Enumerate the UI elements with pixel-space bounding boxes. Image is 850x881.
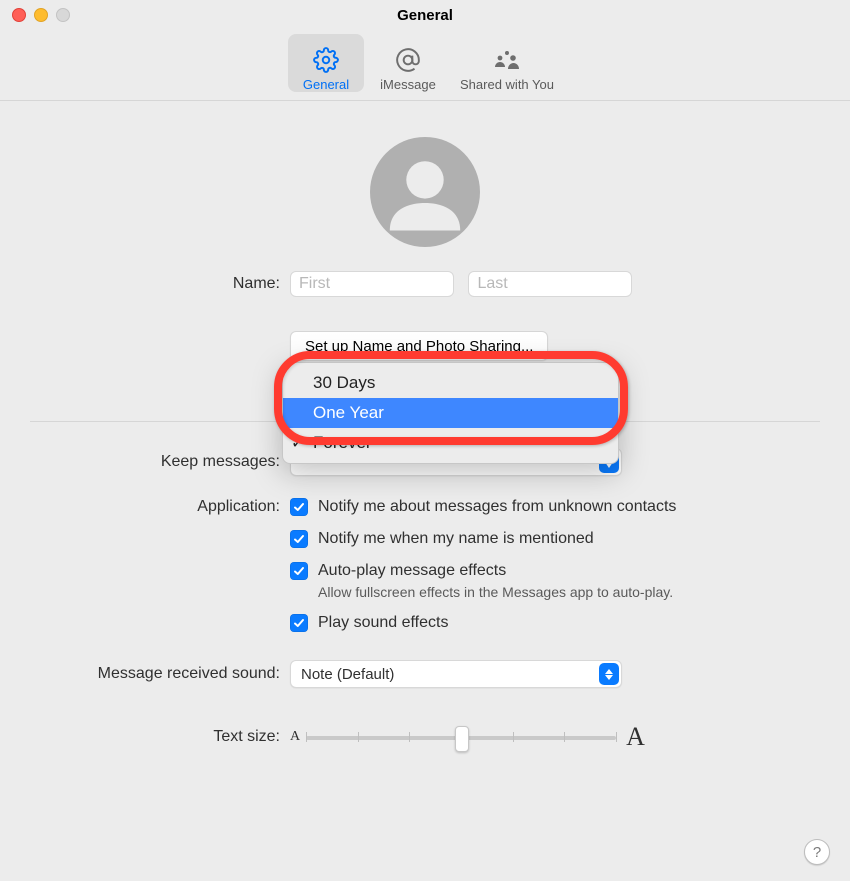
select-arrows-icon — [599, 663, 619, 685]
notify-unknown-label: Notify me about messages from unknown co… — [318, 498, 676, 516]
text-size-small-icon: A — [290, 729, 300, 745]
tab-shared-with-you[interactable]: Shared with You — [452, 34, 562, 92]
window-title: General — [0, 7, 850, 24]
gear-icon — [313, 47, 339, 73]
autoplay-effects-checkbox[interactable] — [290, 562, 308, 580]
setup-button-label: Set up Name and Photo Sharing... — [305, 338, 533, 355]
tab-imessage[interactable]: iMessage — [370, 34, 446, 92]
text-size-large-icon: A — [626, 722, 645, 752]
text-size-slider[interactable] — [306, 724, 616, 750]
notify-mention-checkbox[interactable] — [290, 530, 308, 548]
autoplay-effects-subtext: Allow fullscreen effects in the Messages… — [318, 584, 673, 600]
message-received-sound-select[interactable]: Note (Default) — [290, 660, 622, 688]
notify-unknown-checkbox[interactable] — [290, 498, 308, 516]
help-icon: ? — [813, 844, 821, 861]
first-name-field[interactable] — [290, 271, 454, 297]
tab-imessage-label: iMessage — [380, 77, 436, 92]
checkmark-icon: ✓ — [291, 433, 304, 453]
tab-general-label: General — [303, 77, 349, 92]
name-label: Name: — [0, 275, 290, 293]
keep-messages-menu: 30 Days One Year ✓ Forever — [282, 362, 619, 464]
keep-messages-option-forever[interactable]: ✓ Forever — [283, 428, 618, 458]
message-received-sound-label: Message received sound: — [0, 665, 290, 683]
autoplay-effects-label: Auto-play message effects — [318, 562, 506, 580]
play-sound-effects-label: Play sound effects — [318, 614, 448, 632]
tab-general[interactable]: General — [288, 34, 364, 92]
slider-thumb[interactable] — [455, 726, 469, 752]
keep-messages-option-30-days[interactable]: 30 Days — [283, 368, 618, 398]
message-received-sound-value: Note (Default) — [291, 666, 599, 683]
setup-name-photo-sharing-button[interactable]: Set up Name and Photo Sharing... — [290, 331, 548, 361]
last-name-field[interactable] — [468, 271, 632, 297]
play-sound-effects-checkbox[interactable] — [290, 614, 308, 632]
text-size-label: Text size: — [0, 728, 290, 746]
preferences-toolbar: General iMessage Shared with You — [0, 30, 850, 100]
avatar-placeholder-icon — [370, 137, 480, 247]
preferences-window: General General iMessage Shared with You… — [0, 0, 850, 881]
titlebar: General — [0, 0, 850, 30]
help-button[interactable]: ? — [804, 839, 830, 865]
keep-messages-label: Keep messages: — [0, 453, 290, 471]
notify-mention-label: Notify me when my name is mentioned — [318, 530, 594, 548]
keep-messages-option-one-year[interactable]: One Year — [283, 398, 618, 428]
general-pane: Name: Set up Name and Photo Sharing... K… — [0, 101, 850, 752]
avatar[interactable] — [0, 137, 850, 247]
at-sign-icon — [395, 47, 421, 73]
people-icon — [493, 49, 521, 73]
tab-shared-label: Shared with You — [460, 77, 554, 92]
application-label: Application: — [0, 498, 290, 516]
